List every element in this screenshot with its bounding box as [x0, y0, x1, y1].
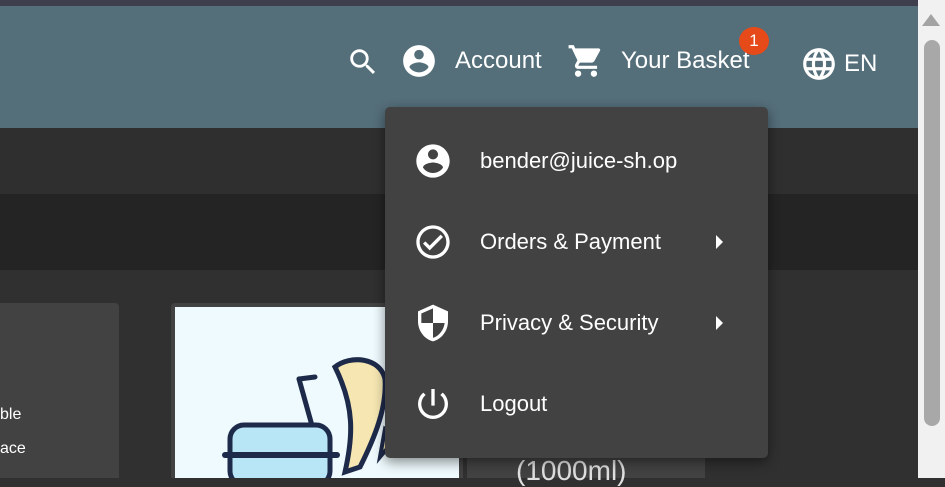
scroll-up-arrow-icon[interactable]	[922, 14, 940, 26]
basket-button[interactable]: Your Basket	[567, 42, 750, 80]
scrollbar-thumb[interactable]	[924, 40, 940, 426]
check-circle-icon	[413, 222, 453, 262]
shopping-cart-icon	[568, 45, 601, 77]
menu-item-label: Logout	[480, 390, 548, 416]
search-icon	[350, 49, 376, 75]
menu-item-user-email[interactable]: bender@juice-sh.op	[385, 120, 768, 201]
product-name-fragment: ace	[0, 440, 26, 457]
account-button[interactable]: Account	[400, 42, 542, 80]
account-dropdown-menu: bender@juice-sh.op Orders & Payment Priv…	[385, 107, 768, 458]
product-name-fragment: (1000ml)	[516, 455, 627, 486]
account-label: Account	[455, 47, 542, 74]
language-globe-icon	[803, 48, 835, 80]
account-circle-icon	[403, 45, 435, 77]
submenu-arrow-icon	[716, 315, 723, 330]
submenu-arrow-icon	[716, 234, 723, 249]
menu-item-label: Privacy & Security	[480, 309, 659, 335]
basket-label: Your Basket	[621, 47, 750, 74]
language-label: EN	[844, 50, 878, 77]
shield-icon	[413, 303, 453, 343]
menu-item-privacy-security[interactable]: Privacy & Security	[385, 282, 768, 363]
menu-item-label: Orders & Payment	[480, 228, 661, 254]
search-button[interactable]	[346, 45, 380, 79]
power-icon	[413, 384, 453, 424]
basket-count-badge: 1	[739, 27, 769, 55]
menu-item-logout[interactable]: Logout	[385, 363, 768, 444]
menu-item-orders-payment[interactable]: Orders & Payment	[385, 201, 768, 282]
product-name-fragment: ble	[0, 406, 22, 423]
language-button[interactable]: EN	[800, 45, 877, 83]
account-circle-icon	[413, 141, 453, 181]
menu-item-label: bender@juice-sh.op	[480, 147, 678, 173]
